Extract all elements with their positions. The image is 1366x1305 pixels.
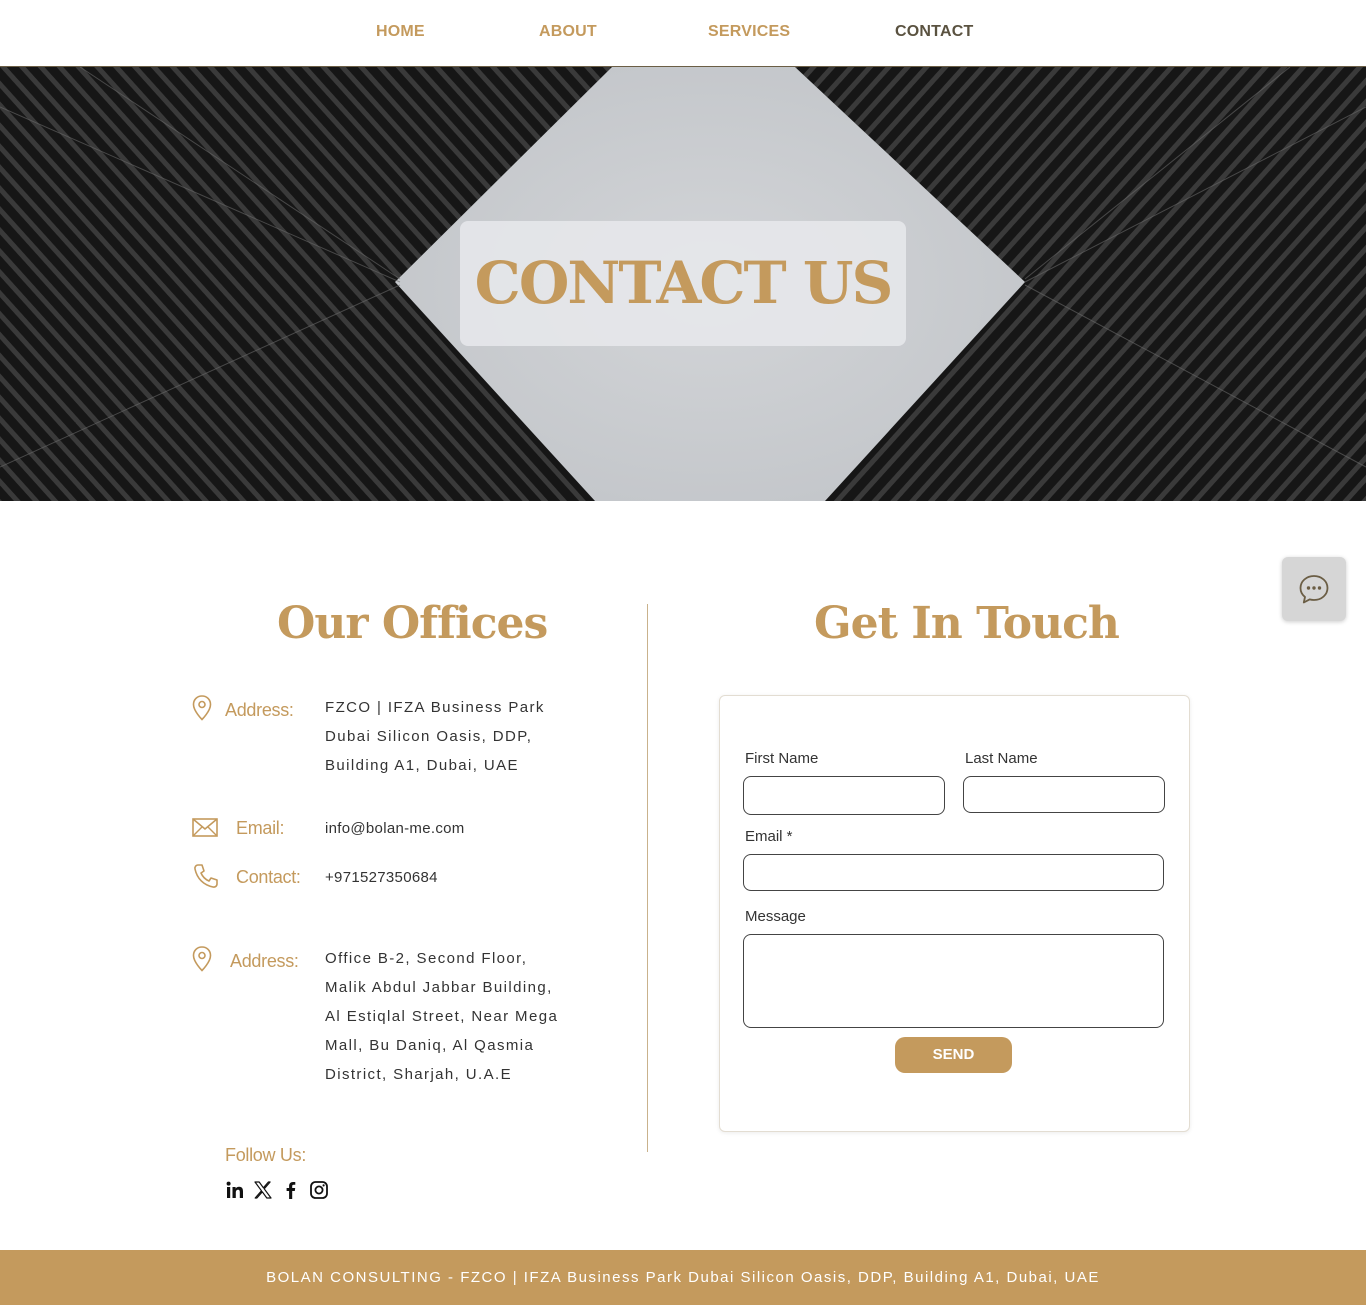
email-field-label: Email * bbox=[745, 828, 793, 845]
address-value: FZCO | IFZA Business Park Dubai Silicon … bbox=[325, 693, 545, 780]
nav-home-link[interactable]: HOME bbox=[376, 23, 425, 41]
hero-title: CONTACT US bbox=[474, 249, 894, 317]
nav-services-link[interactable]: SERVICES bbox=[708, 23, 790, 41]
address-line: Mall, Bu Daniq, Al Qasmia bbox=[325, 1037, 535, 1054]
phone-icon bbox=[193, 863, 219, 894]
envelope-icon bbox=[192, 818, 218, 842]
address-label: Address: bbox=[230, 951, 299, 971]
address-line: Office B-2, Second Floor, bbox=[325, 950, 528, 967]
address-line: Dubai Silicon Oasis, DDP, bbox=[325, 728, 533, 745]
address-line: Building A1, Dubai, UAE bbox=[325, 757, 519, 774]
address-value: Office B-2, Second Floor, Malik Abdul Ja… bbox=[325, 944, 558, 1089]
email-field[interactable] bbox=[743, 854, 1164, 891]
message-textarea[interactable] bbox=[743, 934, 1164, 1028]
contact-label: Contact: bbox=[236, 867, 301, 887]
address-line: Malik Abdul Jabbar Building, bbox=[325, 979, 553, 996]
x-icon[interactable] bbox=[253, 1180, 273, 1200]
phone-link[interactable]: +971527350684 bbox=[325, 863, 438, 892]
column-divider bbox=[647, 604, 648, 1152]
message-label: Message bbox=[745, 908, 806, 925]
email-label: Email: bbox=[236, 818, 285, 838]
facebook-icon[interactable] bbox=[281, 1180, 301, 1200]
top-navigation: HOME ABOUT SERVICES CONTACT bbox=[0, 0, 1366, 67]
address-label: Address: bbox=[225, 700, 294, 720]
nav-contact-link[interactable]: CONTACT bbox=[895, 23, 973, 41]
address-line: FZCO | IFZA Business Park bbox=[325, 699, 545, 716]
last-name-input[interactable] bbox=[963, 776, 1165, 813]
hero-banner: CONTACT US bbox=[0, 67, 1366, 501]
hero-title-box: CONTACT US bbox=[460, 221, 906, 346]
follow-us-label: Follow Us: bbox=[225, 1145, 307, 1165]
send-button[interactable]: SEND bbox=[895, 1037, 1012, 1073]
location-pin-icon bbox=[192, 946, 212, 977]
nav-about-link[interactable]: ABOUT bbox=[539, 23, 597, 41]
chat-widget-button[interactable] bbox=[1282, 557, 1346, 621]
get-in-touch-title: Get In Touch bbox=[814, 598, 1120, 649]
first-name-label: First Name bbox=[745, 750, 819, 767]
address-line: Al Estiqlal Street, Near Mega bbox=[325, 1008, 559, 1025]
first-name-input[interactable] bbox=[743, 776, 945, 815]
chat-bubble-icon bbox=[1299, 575, 1329, 604]
footer: BOLAN CONSULTING - FZCO | IFZA Business … bbox=[0, 1250, 1366, 1305]
address-line: District, Sharjah, U.A.E bbox=[325, 1066, 512, 1083]
last-name-label: Last Name bbox=[965, 750, 1038, 767]
linkedin-icon[interactable] bbox=[225, 1180, 245, 1200]
instagram-icon[interactable] bbox=[309, 1180, 329, 1200]
location-pin-icon bbox=[192, 695, 212, 726]
offices-title: Our Offices bbox=[277, 598, 548, 649]
email-link[interactable]: info@bolan-me.com bbox=[325, 814, 465, 843]
footer-text: BOLAN CONSULTING - FZCO | IFZA Business … bbox=[266, 1269, 1100, 1286]
